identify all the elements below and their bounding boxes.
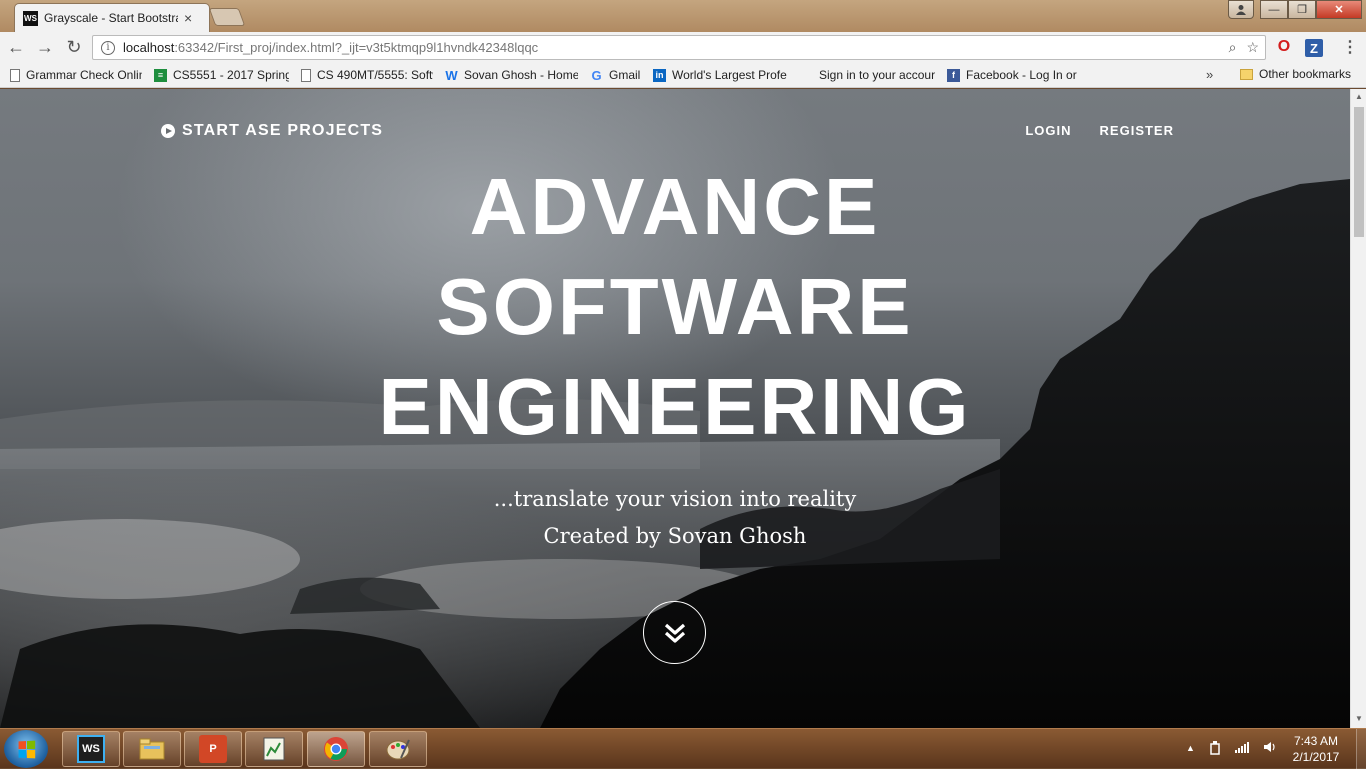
other-bookmarks-label: Other bookmarks [1259, 67, 1352, 81]
play-circle-icon [161, 124, 175, 138]
google-icon: G [591, 67, 602, 83]
close-window-button[interactable]: ✕ [1316, 0, 1362, 19]
bookmark-star-icon[interactable]: ☆ [1246, 39, 1259, 56]
info-icon[interactable]: i [101, 40, 115, 55]
opera-extension-icon[interactable]: O [1274, 36, 1294, 58]
bookmarks-bar: Grammar Check Onlin ≡ CS5551 - 2017 Spri… [0, 63, 1366, 88]
taskbar-notepad-chart[interactable] [245, 731, 303, 767]
chart-notepad-icon [260, 735, 288, 763]
wix-icon: W [445, 67, 458, 83]
z-extension-icon[interactable]: Z [1305, 39, 1323, 57]
bookmark-gmail[interactable]: G Gmail [590, 67, 641, 83]
scrollbar-thumb[interactable] [1354, 107, 1364, 237]
bookmark-label: Grammar Check Onlin [26, 68, 142, 82]
facebook-icon: f [947, 68, 960, 82]
user-profile-icon[interactable] [1228, 0, 1254, 19]
sheets-icon: ≡ [154, 68, 167, 82]
bookmark-linkedin[interactable]: in World's Largest Profe [653, 68, 788, 82]
browser-titlebar: WS Grayscale - Start Bootstrap × — ❐ ✕ [0, 0, 1366, 32]
site-nav: LOGIN REGISTER [1025, 123, 1174, 138]
webstorm-favicon-icon: WS [23, 10, 38, 26]
back-button[interactable]: ← [3, 35, 29, 61]
new-tab-button[interactable] [208, 8, 246, 26]
page-scrollbar[interactable]: ▲ ▼ [1350, 89, 1366, 728]
nav-login-link[interactable]: LOGIN [1025, 123, 1071, 138]
windows-logo-icon [18, 740, 35, 758]
clock-date: 2/1/2017 [1292, 750, 1340, 764]
taskbar-file-explorer[interactable] [123, 731, 181, 767]
windows-taskbar: WS P ▲ 7:43 AM 2/1/2017 [0, 728, 1366, 769]
bookmark-label: Facebook - Log In or S [966, 68, 1078, 82]
network-signal-icon[interactable] [1234, 741, 1249, 758]
file-explorer-icon [138, 735, 166, 763]
bookmark-sovan-home[interactable]: W Sovan Ghosh - Home [445, 67, 578, 83]
scroll-up-arrow-icon[interactable]: ▲ [1355, 92, 1363, 101]
hero-title-line-3: ENGINEERING [378, 362, 972, 451]
scroll-down-button[interactable] [643, 601, 706, 664]
tray-expand-icon[interactable]: ▲ [1186, 743, 1195, 758]
system-tray: ▲ [1186, 741, 1277, 758]
bookmarks-overflow-icon[interactable]: » [1206, 67, 1213, 82]
chrome-menu-icon[interactable]: ⋮ [1340, 36, 1360, 58]
taskbar-chrome[interactable] [307, 731, 365, 767]
bookmark-cs490mt[interactable]: CS 490MT/5555: Softw [301, 68, 433, 82]
nav-register-link[interactable]: REGISTER [1100, 123, 1174, 138]
tab-close-icon[interactable]: × [184, 10, 192, 26]
taskbar-paint[interactable] [369, 731, 427, 767]
bookmark-label: Gmail [609, 68, 641, 82]
omnibox-actions: ⌕ ☆ [1229, 39, 1259, 56]
address-bar[interactable]: i localhost:63342/First_proj/index.html?… [92, 35, 1266, 60]
reload-button[interactable]: ↻ [61, 35, 87, 61]
minimize-button[interactable]: — [1260, 0, 1288, 19]
chrome-icon [322, 735, 350, 763]
clock-time: 7:43 AM [1293, 734, 1339, 748]
bookmark-facebook[interactable]: f Facebook - Log In or S [947, 68, 1078, 82]
maximize-button[interactable]: ❐ [1288, 0, 1316, 19]
page-viewport: START ASE PROJECTS LOGIN REGISTER ADVANC… [0, 89, 1350, 728]
hero-author: Created by Sovan Ghosh [543, 524, 807, 548]
double-chevron-down-icon [664, 623, 685, 643]
bookmark-label: CS 490MT/5555: Softw [317, 68, 433, 82]
power-plug-icon[interactable] [1209, 741, 1221, 758]
url-host: localhost [123, 40, 175, 55]
taskbar-powerpoint[interactable]: P [184, 731, 242, 767]
bookmark-label: CS5551 - 2017 Spring [173, 68, 289, 82]
page-icon [10, 68, 20, 82]
folder-icon [1240, 68, 1253, 80]
other-bookmarks-folder[interactable]: Other bookmarks [1240, 67, 1351, 81]
forward-button[interactable]: → [32, 35, 58, 61]
bookmark-microsoft[interactable]: Sign in to your accour [800, 68, 935, 82]
powerpoint-icon: P [199, 735, 227, 763]
url-path: :63342/First_proj/index.html?_ijt=v3t5kt… [174, 40, 539, 55]
bookmark-label: Sign in to your accour [819, 68, 935, 82]
taskbar-clock[interactable]: 7:43 AM 2/1/2017 [1286, 733, 1346, 765]
site-brand-link[interactable]: START ASE PROJECTS [161, 122, 383, 140]
bookmark-label: Sovan Ghosh - Home [464, 68, 578, 82]
hero-title: ADVANCE SOFTWARE ENGINEERING [0, 157, 1350, 457]
microsoft-icon [800, 69, 813, 82]
taskbar-webstorm[interactable]: WS [62, 731, 120, 767]
start-button[interactable] [4, 730, 48, 768]
volume-icon[interactable] [1263, 741, 1277, 758]
scroll-down-arrow-icon[interactable]: ▼ [1355, 714, 1363, 723]
hero-title-line-1: ADVANCE [469, 162, 881, 251]
page-icon [301, 68, 311, 82]
window-controls: — ❐ ✕ [1228, 0, 1362, 19]
bookmark-label: World's Largest Profe [672, 68, 787, 82]
paint-palette-icon [384, 735, 412, 763]
hero-subtitle: ...translate your vision into reality Cr… [0, 481, 1350, 555]
show-desktop-button[interactable] [1356, 729, 1366, 769]
zoom-icon[interactable]: ⌕ [1229, 39, 1237, 56]
bookmark-cs5551[interactable]: ≡ CS5551 - 2017 Spring [154, 68, 289, 82]
hero-tagline: ...translate your vision into reality [493, 487, 857, 511]
browser-toolbar: ← → ↻ i localhost:63342/First_proj/index… [0, 32, 1366, 63]
tab-title: Grayscale - Start Bootstrap [44, 11, 178, 25]
webstorm-icon: WS [77, 735, 105, 763]
linkedin-icon: in [653, 68, 666, 82]
hero-title-line-2: SOFTWARE [436, 262, 914, 351]
bookmark-grammar-check[interactable]: Grammar Check Onlin [10, 68, 142, 82]
site-brand-text: START ASE PROJECTS [182, 122, 384, 139]
url-text[interactable]: localhost:63342/First_proj/index.html?_i… [123, 40, 538, 55]
browser-tab[interactable]: WS Grayscale - Start Bootstrap × [14, 3, 210, 32]
